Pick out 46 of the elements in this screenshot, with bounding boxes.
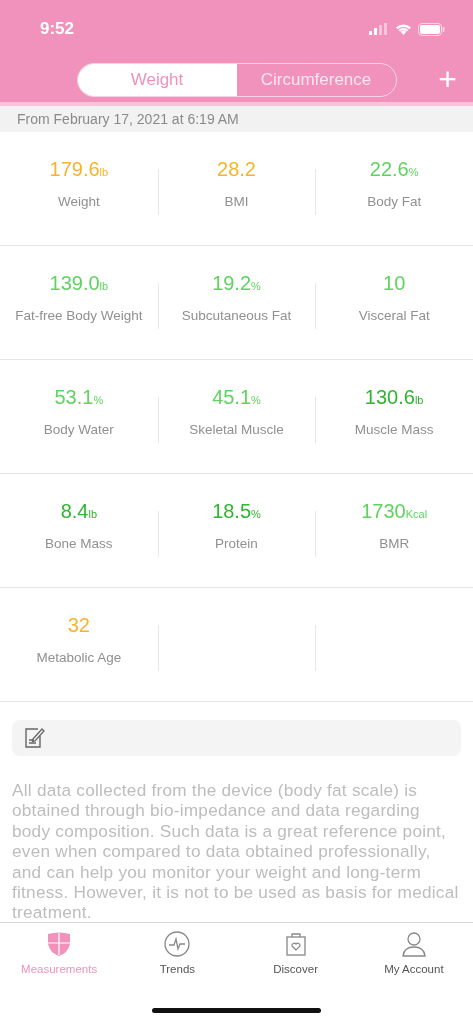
metric-label: Bone Mass xyxy=(45,536,113,551)
metric-label: Fat-free Body Weight xyxy=(15,308,143,323)
add-button[interactable]: + xyxy=(434,62,461,96)
metric-value: 139.0lb xyxy=(49,272,109,295)
status-time: 9:52 xyxy=(40,19,75,39)
metric-value: 45.1% xyxy=(212,386,261,409)
metric-value: 22.6% xyxy=(369,158,419,181)
disclaimer-text: All data collected from the device (body fat scale) is obtained through bio-impedance and data regarding body composition. Such data is a great reference point, even when compared to data obtained professionally, and can help you monitor your weight and long-term fitness. However, it is not to be used as basis for medical treatment. xyxy=(12,780,460,922)
metric-label: Body Fat xyxy=(367,194,422,209)
bag-heart-icon xyxy=(284,931,307,957)
metric-label: Muscle Mass xyxy=(354,422,434,437)
metric-value: 1730Kcal xyxy=(361,500,428,523)
battery-icon xyxy=(418,22,445,36)
date-label: From February 17, 2021 at 6:19 AM xyxy=(0,106,473,132)
metric-label: Metabolic Age xyxy=(36,650,122,665)
person-icon xyxy=(400,931,427,957)
metric-value: 10 xyxy=(383,272,406,295)
signal-icon xyxy=(369,23,389,35)
note-field[interactable] xyxy=(12,720,461,756)
tab-item[interactable]: Trends xyxy=(118,923,237,975)
metric-label: Subcutaneous Fat xyxy=(181,308,292,323)
metric-label: Body Water xyxy=(43,422,114,437)
segment-tab[interactable]: Weight xyxy=(77,64,237,96)
metric-label: BMI xyxy=(224,194,249,209)
metric-value: 19.2% xyxy=(212,272,261,295)
metric-label: Skeletal Muscle xyxy=(189,422,284,437)
metric-value: 28.2 xyxy=(217,158,256,181)
pulse-icon xyxy=(164,931,191,957)
metric-label: BMR xyxy=(379,536,410,551)
metric-label: Weight xyxy=(57,194,100,209)
note-edit-icon xyxy=(24,726,46,750)
metric-value: 32 xyxy=(67,614,90,637)
home-indicator[interactable] xyxy=(152,1008,321,1013)
tab-item[interactable]: Measurements xyxy=(0,923,119,975)
metric-value: 130.6lb xyxy=(364,386,424,409)
tab-item[interactable]: Discover xyxy=(236,923,355,975)
metric-value: 179.6lb xyxy=(49,158,109,181)
segment-tab[interactable]: Circumference xyxy=(236,64,396,96)
tab-item[interactable]: My Account xyxy=(354,923,473,975)
metric-label: Protein xyxy=(215,536,258,551)
metric-value: 53.1% xyxy=(54,386,104,409)
shield-icon xyxy=(46,931,73,957)
metric-value: 8.4lb xyxy=(60,500,97,523)
metric-value: 18.5% xyxy=(212,500,261,523)
wifi-icon xyxy=(395,23,412,35)
metric-label: Visceral Fat xyxy=(358,308,430,323)
